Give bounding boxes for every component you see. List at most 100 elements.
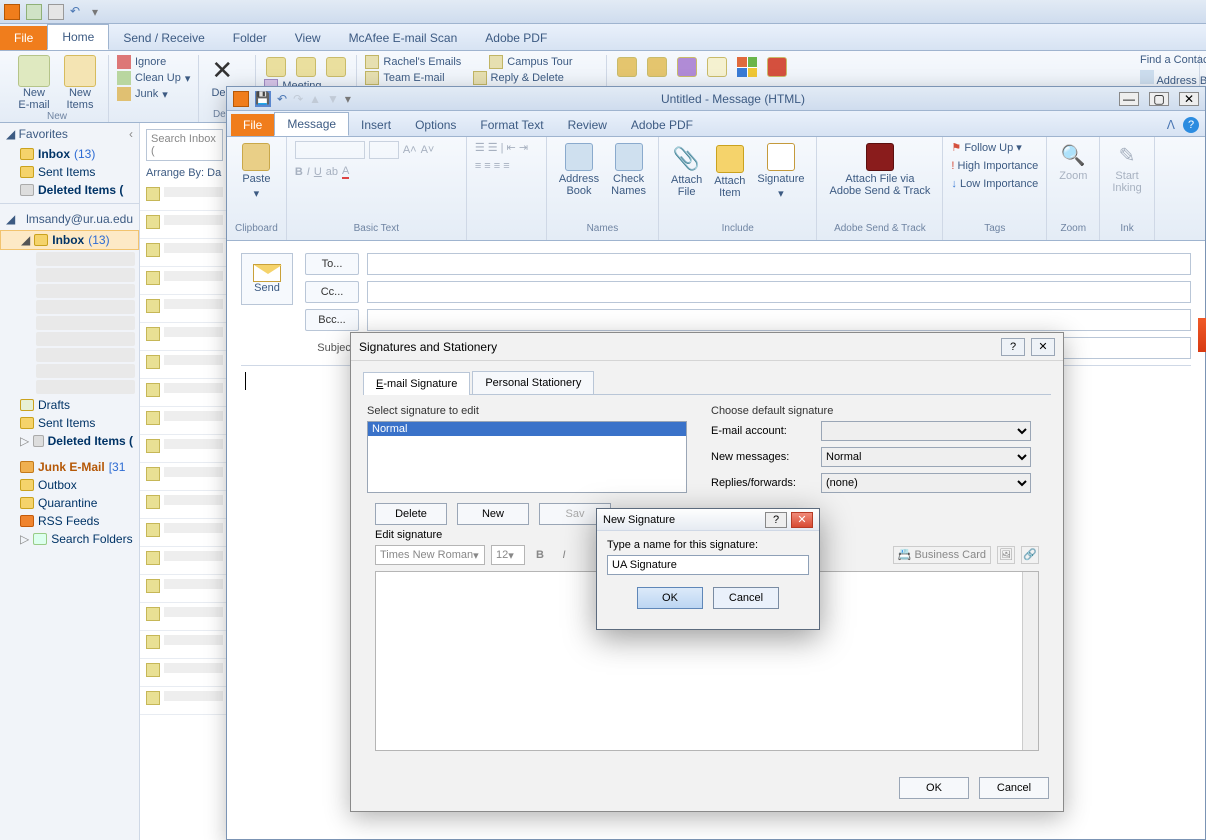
nav-sent[interactable]: Sent Items — [0, 414, 139, 432]
nav-junk[interactable]: Junk E-Mail [31 — [0, 458, 139, 476]
list-item[interactable] — [140, 323, 229, 351]
nav-drafts[interactable]: Drafts — [0, 396, 139, 414]
adobe-attach-button[interactable]: Attach File via Adobe Send & Track — [825, 141, 934, 199]
cc-button[interactable]: Cc... — [305, 281, 359, 303]
tab-folder[interactable]: Folder — [219, 26, 281, 50]
sig-cancel-button[interactable]: Cancel — [979, 777, 1049, 799]
fav-inbox[interactable]: Inbox (13) — [0, 145, 139, 163]
tab-mcafee[interactable]: McAfee E-mail Scan — [335, 26, 472, 50]
email-account-select[interactable] — [821, 421, 1031, 441]
tab-view[interactable]: View — [281, 26, 335, 50]
low-importance-button[interactable]: ↓ Low Importance — [951, 178, 1038, 190]
quickstep-team[interactable]: Team E-mail — [383, 72, 444, 84]
link-button[interactable]: 🔗 — [1021, 546, 1039, 564]
account-header[interactable]: ◢ lmsandy@ur.ua.edu — [0, 208, 139, 230]
compose-tab-insert[interactable]: Insert — [349, 114, 403, 136]
list-item[interactable] — [140, 267, 229, 295]
sig-delete-button[interactable]: Delete — [375, 503, 447, 525]
newsig-name-input[interactable] — [607, 555, 809, 575]
cleanup-button[interactable]: Clean Up ▾ — [117, 71, 190, 85]
list-item[interactable] — [140, 435, 229, 463]
compose-tab-review[interactable]: Review — [556, 114, 619, 136]
sig-ok-button[interactable]: OK — [899, 777, 969, 799]
attach-file-button[interactable]: 📎Attach File — [667, 144, 706, 200]
compose-tab-message[interactable]: Message — [274, 112, 349, 136]
find-contact-label[interactable]: Find a Contact — [1140, 54, 1202, 66]
tab-adobepdf[interactable]: Adobe PDF — [471, 26, 561, 50]
font-combo[interactable]: Times New Roman ▾ — [375, 545, 485, 565]
search-input[interactable]: Search Inbox ( — [146, 129, 223, 161]
list-item[interactable] — [140, 631, 229, 659]
categorize-icon[interactable] — [737, 57, 757, 77]
fav-deleted[interactable]: Deleted Items ( — [0, 181, 139, 199]
nav-inbox[interactable]: ◢Inbox (13) — [0, 230, 139, 250]
check-names-button[interactable]: Check Names — [607, 141, 650, 199]
sig-new-button[interactable]: New — [457, 503, 529, 525]
max-button[interactable]: ▢ — [1149, 92, 1169, 106]
new-messages-select[interactable]: Normal — [821, 447, 1031, 467]
send-button[interactable]: Send — [241, 253, 293, 305]
newsig-help-button[interactable]: ? — [765, 512, 787, 528]
replyall-icon[interactable] — [296, 57, 316, 77]
followup-button[interactable]: ⚑ Follow Up ▾ — [951, 141, 1038, 154]
address-book-button[interactable]: Address Book — [555, 141, 603, 199]
save-icon[interactable] — [26, 4, 42, 20]
followup-icon[interactable] — [767, 57, 787, 77]
sig-tab-email[interactable]: EE-mail Signature-mail Signature — [363, 372, 470, 395]
list-item[interactable] — [140, 575, 229, 603]
list-item[interactable] — [140, 295, 229, 323]
arrange-by-label[interactable]: Arrange By: Da — [140, 167, 229, 183]
list-item[interactable] — [140, 351, 229, 379]
sig-close-button[interactable]: ✕ — [1031, 338, 1055, 356]
list-item[interactable] — [140, 463, 229, 491]
undo-icon[interactable]: ↶ — [277, 92, 287, 106]
unread-icon[interactable] — [707, 57, 727, 77]
quickstep-reply[interactable]: Reply & Delete — [491, 72, 564, 84]
bcc-field[interactable] — [367, 309, 1191, 331]
nav-rss[interactable]: RSS Feeds — [0, 512, 139, 530]
list-item[interactable] — [140, 239, 229, 267]
new-items-button[interactable]: New Items — [60, 55, 100, 111]
nav-outbox[interactable]: Outbox — [0, 476, 139, 494]
high-importance-button[interactable]: ! High Importance — [951, 160, 1038, 172]
quickstep-rachels[interactable]: Rachel's Emails — [383, 56, 461, 68]
list-item[interactable] — [140, 687, 229, 715]
nav-deleted[interactable]: ▷Deleted Items ( — [0, 432, 139, 450]
sig-listbox[interactable]: Normal — [367, 421, 687, 493]
picture-button[interactable]: 🖼 — [997, 546, 1015, 564]
help-icon[interactable]: ? — [1183, 117, 1199, 133]
list-item[interactable] — [140, 519, 229, 547]
sig-tab-stationery[interactable]: Personal Stationery — [472, 371, 594, 394]
junk-button[interactable]: Junk ▾ — [117, 87, 190, 101]
forward-icon[interactable] — [326, 57, 346, 77]
quickstep-campus[interactable]: Campus Tour — [507, 56, 572, 68]
list-item[interactable] — [140, 603, 229, 631]
list-item[interactable] — [140, 547, 229, 575]
nav-searchfolders[interactable]: ▷Search Folders — [0, 530, 139, 548]
replies-select[interactable]: (none) — [821, 473, 1031, 493]
move-icon[interactable] — [617, 57, 637, 77]
tab-file[interactable]: File — [0, 26, 47, 50]
list-item[interactable] — [140, 407, 229, 435]
favorites-header[interactable]: ◢ Favorites‹ — [0, 123, 139, 145]
undo-icon[interactable]: ↶ — [70, 4, 86, 20]
size-combo[interactable]: 12 ▾ — [491, 545, 525, 565]
to-button[interactable]: To... — [305, 253, 359, 275]
save-icon[interactable]: 💾 — [255, 91, 271, 107]
reply-icon[interactable] — [266, 57, 286, 77]
compose-tab-format[interactable]: Format Text — [468, 114, 555, 136]
tab-sendreceive[interactable]: Send / Receive — [109, 26, 218, 50]
paste-button[interactable]: Paste▾ — [235, 141, 278, 202]
sig-list-item[interactable]: Normal — [368, 422, 686, 436]
bcc-button[interactable]: Bcc... — [305, 309, 359, 331]
ignore-button[interactable]: Ignore — [117, 55, 190, 69]
compose-tab-file[interactable]: File — [231, 114, 274, 136]
newsig-close-button[interactable]: ✕ — [791, 512, 813, 528]
list-item[interactable] — [140, 183, 229, 211]
rules-icon[interactable] — [647, 57, 667, 77]
sig-help-button[interactable]: ? — [1001, 338, 1025, 356]
onenote-icon[interactable] — [677, 57, 697, 77]
sendreceive-icon[interactable] — [48, 4, 64, 20]
ribbon-collapse-icon[interactable]: ᐱ — [1167, 118, 1175, 132]
bold-button[interactable]: B — [531, 546, 549, 564]
